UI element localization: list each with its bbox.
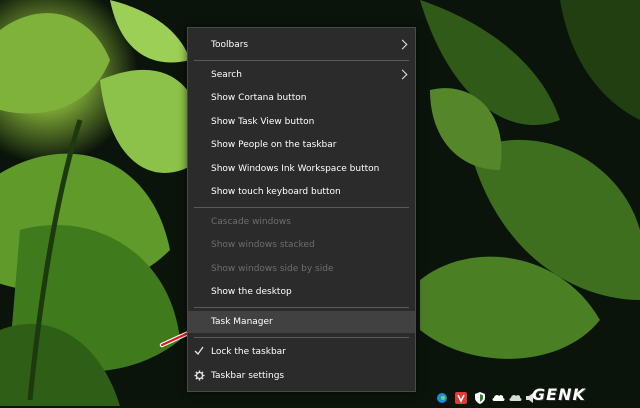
chevron-right-icon — [397, 69, 408, 80]
menu-separator — [194, 60, 409, 61]
menu-separator — [194, 337, 409, 338]
menu-item-show-people[interactable]: Show People on the taskbar — [188, 134, 415, 156]
menu-item-show-touch-keyboard[interactable]: Show touch keyboard button — [188, 181, 415, 203]
menu-item-show-desktop[interactable]: Show the desktop — [188, 281, 415, 303]
checkmark-icon — [194, 341, 206, 363]
menu-item-label: Lock the taskbar — [211, 347, 286, 357]
menu-item-show-task-view[interactable]: Show Task View button — [188, 111, 415, 133]
menu-item-label: Show People on the taskbar — [211, 140, 337, 150]
menu-item-label: Show Task View button — [211, 117, 315, 127]
menu-item-label: Search — [211, 70, 242, 80]
menu-item-label: Show windows side by side — [211, 264, 334, 274]
onedrive-icon[interactable] — [492, 389, 505, 401]
gear-icon — [194, 365, 206, 387]
menu-item-search[interactable]: Search — [188, 64, 415, 86]
menu-item-label: Show windows stacked — [211, 240, 315, 250]
security-icon[interactable] — [474, 389, 486, 404]
taskbar-context-menu: Toolbars Search Show Cortana button Show… — [187, 27, 416, 392]
menu-item-label: Show touch keyboard button — [211, 187, 341, 197]
cloud-icon[interactable] — [509, 389, 522, 401]
genk-watermark: GENK — [532, 385, 586, 404]
menu-item-label: Toolbars — [211, 40, 249, 50]
menu-item-lock-taskbar[interactable]: Lock the taskbar — [188, 341, 415, 363]
menu-item-show-cortana[interactable]: Show Cortana button — [188, 87, 415, 109]
menu-item-taskbar-settings[interactable]: Taskbar settings — [188, 365, 415, 387]
menu-item-label: Show Cortana button — [211, 93, 307, 103]
menu-item-toolbars[interactable]: Toolbars — [188, 34, 415, 56]
menu-item-label: Cascade windows — [211, 217, 291, 227]
menu-item-label: Taskbar settings — [211, 371, 285, 381]
menu-item-label: Show Windows Ink Workspace button — [211, 164, 380, 174]
chevron-right-icon — [397, 39, 408, 50]
menu-item-windows-stacked: Show windows stacked — [188, 234, 415, 256]
edge-icon[interactable] — [436, 389, 448, 403]
vivaldi-icon[interactable] — [455, 389, 467, 404]
menu-item-label: Show the desktop — [211, 287, 292, 297]
menu-item-cascade-windows: Cascade windows — [188, 211, 415, 233]
menu-separator — [194, 207, 409, 208]
menu-item-label: Task Manager — [211, 317, 273, 327]
menu-separator — [194, 307, 409, 308]
menu-item-task-manager[interactable]: Task Manager — [188, 311, 415, 333]
menu-item-show-ink-workspace[interactable]: Show Windows Ink Workspace button — [188, 158, 415, 180]
menu-item-windows-side-by-side: Show windows side by side — [188, 258, 415, 280]
